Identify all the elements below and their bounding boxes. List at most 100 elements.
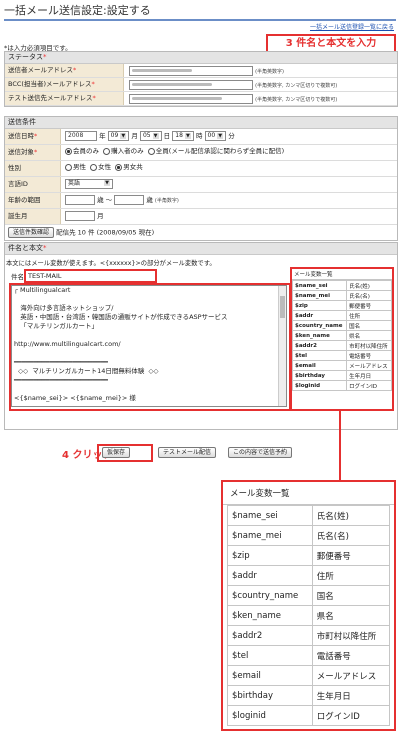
- target-buyers-radio[interactable]: [103, 147, 111, 155]
- minute-select[interactable]: 00 ▼: [204, 131, 227, 141]
- day-select[interactable]: 05 ▼: [139, 131, 162, 141]
- variable-label: 生年月日: [311, 685, 391, 706]
- target-all-radio[interactable]: [147, 147, 155, 155]
- schedule-send-button[interactable]: この内容で送信予約: [228, 447, 293, 458]
- birth-month-row: 誕生月 月: [5, 209, 397, 225]
- variable-label: 県名: [311, 605, 391, 626]
- variable-label: 市町村以降住所: [311, 625, 391, 646]
- variable-label: 国名: [311, 585, 391, 606]
- variable-label: 電話番号: [311, 645, 391, 666]
- variable-label: 市町村以降住所: [346, 340, 392, 351]
- target-members-radio[interactable]: [65, 147, 72, 155]
- variable-label: 国名: [346, 320, 392, 331]
- variable-row: $loginid ログインID: [227, 705, 391, 726]
- variable-label: ログインID: [311, 705, 391, 726]
- year-input[interactable]: 2008: [65, 131, 97, 141]
- variable-row: $addr2 市町村以降住所: [291, 340, 392, 351]
- body-line: [12, 385, 286, 394]
- variable-row: $name_mei 氏名(名): [291, 290, 392, 301]
- sender-row: 送信者メールアドレス* (半角英数字): [5, 64, 397, 78]
- count-row: 送信件数確認 配信先 10 件 (2008/09/05 現在): [5, 225, 397, 240]
- variable-key: $name_mei: [291, 290, 348, 301]
- body-line: ┌ Multilingualcart: [14, 286, 71, 294]
- connector-line: [339, 409, 341, 481]
- save-draft-button[interactable]: 仮保存: [102, 447, 131, 458]
- variable-label: 住所: [346, 310, 392, 321]
- test-address-row: テスト送信先メールアドレス* (半角英数字, カンマ区切りで複数可): [5, 92, 397, 106]
- status-header: ステータス*: [5, 52, 397, 64]
- body-line: <{$name_sei}> <{$name_mei}> 様: [14, 394, 136, 402]
- variable-label: 生年月日: [346, 370, 392, 381]
- body-line: 海外向け多言語ネットショップ/: [14, 304, 114, 312]
- variable-key: $tel: [227, 645, 313, 666]
- variable-key: $birthday: [291, 370, 348, 381]
- hour-select[interactable]: 18 ▼: [172, 131, 194, 141]
- variable-key: $email: [291, 360, 348, 371]
- body-line: [12, 349, 286, 358]
- variable-key: $addr2: [227, 625, 313, 646]
- variable-label: 氏名(姓): [311, 505, 391, 526]
- body-line: [12, 295, 286, 304]
- check-count-button[interactable]: 送信件数確認: [8, 227, 55, 238]
- gender-row: 性別 男性 女性 男女共: [5, 161, 397, 177]
- sender-panel: ステータス* 送信者メールアドレス* (半角英数字) BCC(担当者)メールアド…: [4, 51, 398, 107]
- variable-key: $name_sei: [227, 505, 313, 526]
- body-line: ━━━━━━━━━━━━━━━━━━━━━━━━: [14, 376, 108, 384]
- body-line: 英語・中国語・台湾語・韓国語の通販サイトが作成できるASPサービス: [14, 313, 228, 321]
- test-email-input[interactable]: [129, 94, 253, 104]
- variable-key: $addr2: [291, 340, 348, 351]
- body-line: http://www.multilingualcart.com/: [14, 340, 121, 348]
- recipient-count: 配信先 10 件 (2008/09/05 現在): [56, 228, 155, 237]
- variable-key: $email: [227, 665, 313, 686]
- variable-key: $country_name: [291, 320, 348, 331]
- sender-email-input[interactable]: [129, 66, 253, 76]
- variable-table-large-title: メール変数一覧: [223, 482, 394, 505]
- variable-row: $tel 電話番号: [291, 350, 392, 361]
- variable-label: 郵便番号: [346, 300, 392, 311]
- variable-key: $birthday: [227, 685, 313, 706]
- variable-key: $addr: [227, 565, 313, 586]
- variable-row: $addr 住所: [227, 565, 391, 586]
- variable-label: メールアドレス: [346, 360, 392, 371]
- language-select[interactable]: 英語 ▼: [65, 179, 113, 189]
- back-to-list-link[interactable]: 一括メール送信登録一覧に戻る: [310, 22, 394, 31]
- variable-label: 氏名(名): [346, 290, 392, 301]
- body-scrollbar[interactable]: [278, 286, 286, 406]
- age-row: 年齢の範囲 歳 〜 歳 (半角数字): [5, 193, 397, 209]
- variable-label: 郵便番号: [311, 545, 391, 566]
- conditions-panel: 送信条件 送信日時* 2008 年 09 ▼ 月 05 ▼ 日 18 ▼ 時 00 ▼ …: [4, 116, 398, 241]
- month-select[interactable]: 09 ▼: [107, 131, 130, 141]
- test-send-button[interactable]: テストメール配信: [158, 447, 217, 458]
- gender-female-radio[interactable]: [90, 163, 98, 171]
- body-textarea[interactable]: ┌ Multilingualcart 海外向け多言語ネットショップ/ 英語・中国…: [11, 285, 287, 407]
- variable-key: $country_name: [227, 585, 313, 606]
- variable-key: $name_sei: [291, 280, 348, 291]
- age-from-input[interactable]: [65, 195, 95, 205]
- variable-key: $ken_name: [227, 605, 313, 626]
- variable-label: メールアドレス: [311, 665, 391, 686]
- variable-key: $tel: [291, 350, 348, 361]
- bcc-email-input[interactable]: [129, 80, 253, 90]
- variable-key: $zip: [227, 545, 313, 566]
- variable-table-title: メール変数一覧: [292, 269, 392, 280]
- content-header: 件名と本文*: [5, 243, 397, 255]
- variable-row: $ken_name 県名: [227, 605, 391, 626]
- variable-table-highlight: メール変数一覧 $name_sei 氏名(姓) $name_mei 氏名(名) $zip…: [290, 267, 394, 411]
- variable-label: 氏名(名): [311, 525, 391, 546]
- variable-label: 電話番号: [346, 350, 392, 361]
- variable-key: $name_mei: [227, 525, 313, 546]
- language-row: 言語ID 英語 ▼: [5, 177, 397, 193]
- variable-label: 氏名(姓): [346, 280, 392, 291]
- gender-male-radio[interactable]: [65, 163, 72, 171]
- variable-key: $loginid: [291, 380, 348, 391]
- birth-month-input[interactable]: [65, 211, 95, 221]
- datetime-row: 送信日時* 2008 年 09 ▼ 月 05 ▼ 日 18 ▼ 時 00 ▼ 分: [5, 129, 397, 145]
- variable-table-large-box: メール変数一覧 $name_sei 氏名(姓) $name_mei 氏名(名) $zip…: [221, 480, 396, 731]
- variable-row: $country_name 国名: [291, 320, 392, 331]
- body-line: [12, 331, 286, 340]
- variable-label: 県名: [346, 330, 392, 341]
- gender-both-radio[interactable]: [115, 163, 123, 171]
- subject-input[interactable]: TEST-MAIL: [24, 269, 157, 283]
- age-to-input[interactable]: [114, 195, 145, 205]
- variable-row: $country_name 国名: [227, 585, 391, 606]
